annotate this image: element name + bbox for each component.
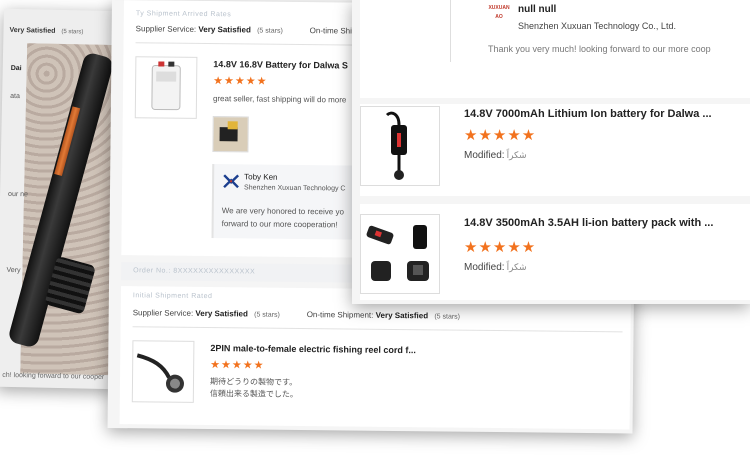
reply-message-line: We are very honored to receive yo (221, 206, 344, 217)
service-rating-line: Very Satisfied (5 stars) (9, 27, 83, 36)
blurred-subheader: Initial Shipment Rated (132, 292, 213, 301)
back-footer-text: ch! looking forward to our cooper (2, 371, 105, 381)
modified-line: Modified: شكراً (464, 150, 527, 161)
divider (132, 326, 623, 333)
modified-value: شكراً (506, 262, 527, 272)
service-value: Very Satisfied (9, 26, 56, 35)
supplier-service-stars: (5 stars) (257, 27, 283, 35)
reply-message-line: forward to our more cooperation! (221, 219, 338, 230)
product-thumbnail[interactable] (131, 340, 195, 403)
reel-photo-icon (213, 117, 248, 152)
battery-cable-icon (385, 111, 407, 180)
product-title[interactable]: 14.8V 16.8V Battery for Dalwa S (213, 59, 348, 70)
supplier-service-label: Supplier Service: (135, 24, 197, 34)
back-text-2: ata (10, 92, 20, 101)
battery-pack-icon (366, 225, 429, 281)
product-title[interactable]: 2PIN male-to-female electric fishing ree… (210, 343, 416, 355)
supplier-service-stars: (5 stars) (254, 311, 280, 319)
reply-company: Shenzhen Xuxuan Technology C (244, 184, 346, 193)
front-review-card: XUXUAN AO null null Shenzhen Xuxuan Tech… (352, 0, 750, 304)
modified-label: Modified: (464, 150, 505, 161)
review-text-line: 信頼出来る製造でした。 (209, 389, 298, 399)
ontime-label: On-time Shipment: (306, 310, 374, 320)
reply-message: We are very honored to receive yo forwar… (222, 204, 344, 231)
back-text-4: Very (6, 266, 21, 275)
product-review-item: 14.8V 3500mAh 3.5AH li-ion battery pack … (360, 204, 750, 300)
seller-logo-icon (223, 174, 240, 189)
review-text: great seller, fast shipping will do more (212, 94, 347, 105)
reply-message: Thank you very much! looking forward to … (488, 44, 711, 54)
product-thumbnail[interactable] (360, 214, 440, 294)
reply-name: Toby Ken (244, 172, 278, 182)
product-thumbnail[interactable] (360, 106, 440, 186)
reply-name: null null (518, 4, 557, 15)
modified-value: شكراً (506, 150, 527, 160)
rating-stars: ★★★★★ (213, 75, 268, 88)
cable-icon (136, 353, 184, 393)
seller-logo: XUXUAN AO (484, 4, 514, 30)
logo-text: XUXUAN (488, 5, 510, 11)
ontime-stars: (5 stars) (434, 313, 461, 321)
battery-box-icon (151, 61, 181, 111)
product-title[interactable]: 14.8V 3500mAh 3.5AH li-ion battery pack … (464, 217, 713, 229)
supplier-service-label: Supplier Service: (132, 308, 194, 318)
divider (450, 0, 451, 62)
seller-reply-block: XUXUAN AO null null Shenzhen Xuxuan Tech… (360, 0, 750, 98)
review-section-2: Initial Shipment Rated Supplier Service:… (119, 286, 631, 430)
supplier-service-line: Supplier Service: Very Satisfied (5 star… (133, 308, 280, 319)
rating-stars: ★★★★★ (464, 239, 537, 256)
product-review-item: 14.8V 7000mAh Lithium Ion battery for Da… (360, 104, 750, 196)
back-text-1: Dai (10, 64, 22, 73)
product-thumbnail[interactable] (134, 56, 198, 119)
rating-stars: ★★★★★ (210, 359, 265, 372)
reply-company: Shenzhen Xuxuan Technology Co., Ltd. (518, 21, 676, 31)
modified-line: Modified: شكراً (464, 262, 527, 273)
product-title[interactable]: 14.8V 7000mAh Lithium Ion battery for Da… (464, 108, 712, 120)
supplier-service-value: Very Satisfied (195, 308, 248, 319)
ontime-shipment-line: On-time Shipment: Very Satisfied (5 star… (307, 310, 460, 321)
supplier-service-line: Supplier Service: Very Satisfied (5 star… (136, 24, 283, 35)
modified-label: Modified: (464, 262, 505, 273)
ontime-value: Very Satisfied (375, 310, 429, 321)
supplier-service-value: Very Satisfied (198, 24, 251, 35)
rating-stars: ★★★★★ (464, 127, 537, 144)
blurred-order-number: Order No.: 8XXXXXXXXXXXXXXX (133, 267, 256, 276)
review-text-line: 期待どうりの製物です。 (209, 377, 298, 387)
service-stars-note: (5 stars) (61, 28, 84, 36)
review-image-thumbnail[interactable] (212, 116, 249, 153)
back-text-3: our ne (8, 190, 29, 199)
blurred-header: Ty Shipment Arrived Rates (135, 10, 232, 19)
logo-text: AO (495, 14, 503, 20)
back-review-card: Very Satisfied (5 stars) Dai ata our ne … (0, 8, 124, 390)
